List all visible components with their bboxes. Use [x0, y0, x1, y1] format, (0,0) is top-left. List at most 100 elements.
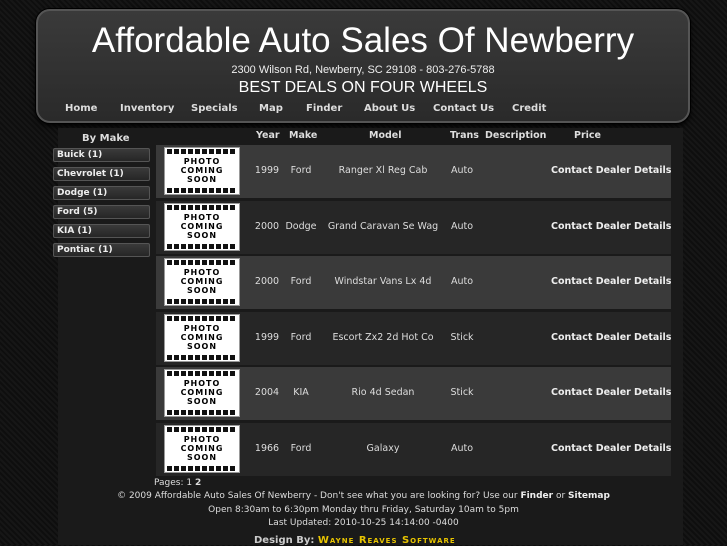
film-strip-top — [167, 204, 237, 210]
cell-make: Dodge — [285, 220, 317, 232]
contact-dealer-link[interactable]: Contact Dealer — [551, 221, 631, 232]
cell-trans: Auto — [450, 443, 474, 454]
cell-year: 1999 — [254, 331, 280, 343]
cell-trans: Stick — [450, 331, 474, 343]
make-filter-buick[interactable]: Buick (1) — [53, 148, 150, 162]
film-strip-top — [167, 260, 237, 266]
photo-coming-soon-text: PHOTO COMING SOON — [180, 435, 224, 462]
site-title: Affordable Auto Sales Of Newberry — [91, 21, 635, 60]
site-address: 2300 Wilson Rd, Newberry, SC 29108 - 803… — [231, 64, 495, 76]
sidebar-title: By Make — [82, 133, 130, 144]
film-strip-bottom — [167, 188, 237, 193]
cell-make: Ford — [290, 443, 312, 454]
details-link[interactable]: Details — [634, 276, 671, 287]
column-header-year[interactable]: Year — [256, 130, 280, 141]
film-strip-bottom — [167, 466, 237, 471]
photo-coming-soon-text: PHOTO COMING SOON — [180, 212, 224, 240]
column-header-model[interactable]: Model — [369, 130, 401, 141]
table-row: PHOTO COMING SOON 2000 Dodge Grand Caravan … — [156, 200, 671, 254]
finder-link[interactable]: Finder — [520, 491, 553, 501]
nav-home[interactable]: Home — [65, 103, 97, 114]
page-2-link[interactable]: 2 — [195, 478, 201, 488]
nav-inventory[interactable]: Inventory — [120, 103, 174, 114]
cell-trans: Auto — [450, 165, 474, 176]
cell-make: Ford — [290, 276, 312, 288]
cell-model: Escort Zx2 2d Hot Co — [332, 331, 434, 343]
table-row: PHOTO COMING SOON 2004 KIA Rio 4d Sedan Stic… — [156, 367, 671, 421]
cell-year: 1999 — [254, 165, 280, 176]
film-strip-top — [167, 149, 237, 154]
film-strip-bottom — [167, 354, 237, 360]
credit-prefix: Design By: — [254, 535, 315, 546]
footer-hours: Open 8:30am to 6:30pm Monday thru Friday… — [208, 505, 519, 515]
cell-model: Galaxy — [366, 443, 400, 454]
cell-model: Rio 4d Sedan — [351, 387, 415, 399]
film-strip-bottom — [167, 410, 237, 416]
contact-dealer-link[interactable]: Contact Dealer — [551, 387, 631, 398]
footer-updated: Last Updated: 2010-10-25 14:14:00 -0400 — [268, 518, 459, 528]
photo-coming-soon-text: PHOTO COMING SOON — [180, 379, 224, 407]
nav-about-us[interactable]: About Us — [364, 103, 415, 114]
site-header: Affordable Auto Sales Of Newberry 2300 W… — [36, 9, 690, 123]
table-row: PHOTO COMING SOON 2000 Ford Windstar Vans L… — [156, 256, 671, 310]
cell-trans: Auto — [450, 276, 474, 288]
column-header-price[interactable]: Price — [574, 130, 601, 141]
vehicle-photo[interactable]: PHOTO COMING SOON — [164, 425, 240, 473]
vehicle-photo[interactable]: PHOTO COMING SOON — [164, 202, 240, 251]
cell-trans: Stick — [450, 387, 474, 399]
design-credit: Design By: Wayne Reaves Software — [254, 535, 456, 546]
pagination-label: Pages: — [154, 478, 184, 488]
details-link[interactable]: Details — [634, 443, 671, 454]
cell-trans: Auto — [450, 220, 474, 232]
nav-specials[interactable]: Specials — [191, 103, 238, 114]
cell-model: Windstar Vans Lx 4d — [334, 276, 432, 288]
film-strip-bottom — [167, 299, 237, 305]
cell-year: 2000 — [254, 220, 280, 232]
cell-year: 2000 — [254, 276, 280, 288]
cell-make: Ford — [290, 165, 312, 176]
film-strip-top — [167, 427, 237, 432]
details-link[interactable]: Details — [634, 221, 671, 232]
cell-year: 2004 — [254, 387, 280, 399]
cell-year: 1966 — [254, 443, 280, 454]
or-text: or — [555, 491, 566, 501]
pagination: Pages: 1 2 — [154, 478, 201, 488]
vehicle-photo[interactable]: PHOTO COMING SOON — [164, 258, 240, 307]
make-filter-ford[interactable]: Ford (5) — [53, 205, 150, 219]
nav-credit[interactable]: Credit — [512, 103, 546, 114]
details-link[interactable]: Details — [634, 387, 671, 398]
page-1: 1 — [186, 478, 193, 488]
column-header-description: Description — [485, 130, 547, 141]
site-tagline: BEST DEALS ON FOUR WHEELS — [238, 79, 488, 96]
nav-contact-us[interactable]: Contact Us — [433, 103, 494, 114]
details-link[interactable]: Details — [634, 332, 671, 343]
cell-model: Ranger Xl Reg Cab — [338, 165, 428, 176]
photo-coming-soon-text: PHOTO COMING SOON — [180, 323, 224, 351]
contact-dealer-link[interactable]: Contact Dealer — [551, 332, 631, 343]
cell-model: Grand Caravan Se Wag — [327, 220, 439, 232]
column-header-trans[interactable]: Trans — [450, 130, 479, 141]
contact-dealer-link[interactable]: Contact Dealer — [551, 443, 631, 454]
vehicle-photo[interactable]: PHOTO COMING SOON — [164, 147, 240, 195]
make-filter-chevrolet[interactable]: Chevrolet (1) — [53, 167, 150, 181]
contact-dealer-link[interactable]: Contact Dealer — [551, 276, 631, 287]
details-link[interactable]: Details — [634, 165, 671, 176]
sitemap-link[interactable]: Sitemap — [568, 491, 610, 501]
cell-make: Ford — [290, 331, 312, 343]
nav-finder[interactable]: Finder — [306, 103, 342, 114]
copyright-text: © 2009 Affordable Auto Sales Of Newberry… — [117, 491, 518, 501]
contact-dealer-link[interactable]: Contact Dealer — [551, 165, 631, 176]
photo-coming-soon-text: PHOTO COMING SOON — [180, 157, 224, 184]
make-filter-kia[interactable]: KIA (1) — [53, 224, 150, 238]
nav-map[interactable]: Map — [259, 103, 283, 114]
film-strip-bottom — [167, 243, 237, 249]
vehicle-photo[interactable]: PHOTO COMING SOON — [164, 313, 240, 362]
credit-brand-link[interactable]: Wayne Reaves Software — [318, 535, 456, 546]
table-row: PHOTO COMING SOON 1999 Ford Ranger Xl Reg C… — [156, 145, 671, 198]
column-header-make[interactable]: Make — [289, 130, 317, 141]
make-filter-pontiac[interactable]: Pontiac (1) — [53, 243, 150, 257]
vehicle-photo[interactable]: PHOTO COMING SOON — [164, 369, 240, 418]
make-filter-dodge[interactable]: Dodge (1) — [53, 186, 150, 200]
cell-make: KIA — [293, 387, 309, 399]
photo-coming-soon-text: PHOTO COMING SOON — [180, 268, 224, 296]
